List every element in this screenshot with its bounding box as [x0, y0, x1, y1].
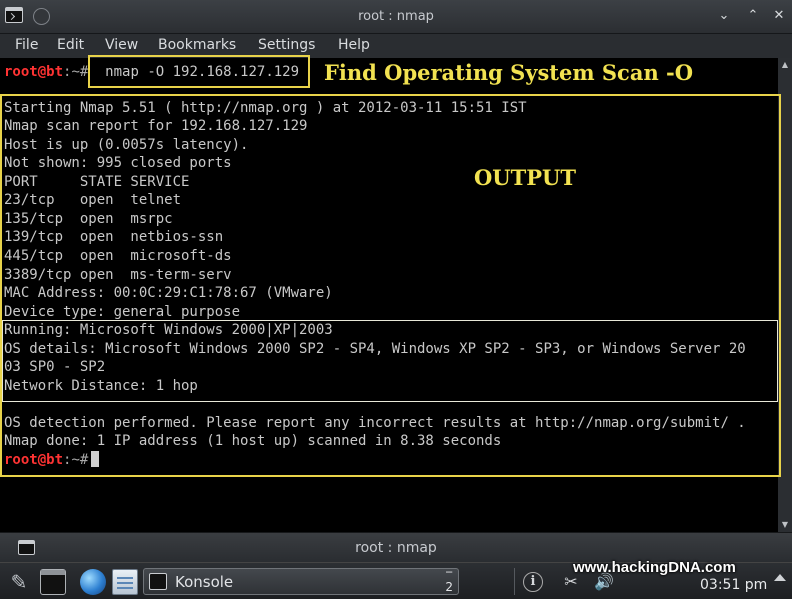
menu-settings[interactable]: Settings — [258, 37, 315, 53]
tray-separator — [514, 568, 515, 595]
window-title: root : nmap — [358, 9, 434, 24]
prompt-path: :~# — [63, 64, 89, 80]
tray-expand-icon[interactable] — [774, 574, 786, 581]
output-highlight-box — [0, 94, 781, 477]
command-annotation: Find Operating System Scan -O — [324, 60, 694, 85]
terminal-icon[interactable] — [40, 569, 66, 595]
konsole-icon — [149, 573, 167, 590]
os-details-highlight-box — [2, 320, 778, 402]
menu-file[interactable]: File — [15, 37, 38, 53]
task-label: Konsole — [175, 573, 234, 591]
kde-menu-icon[interactable]: ✎ — [6, 569, 32, 595]
second-window-titlebar[interactable]: root : nmap — [0, 532, 792, 562]
task-konsole-button[interactable]: Konsole ‾ 2 — [143, 568, 459, 595]
menu-bookmarks[interactable]: Bookmarks — [158, 37, 236, 53]
info-icon[interactable]: i — [523, 572, 543, 592]
menu-help[interactable]: Help — [338, 37, 370, 53]
notes-icon[interactable] — [112, 569, 138, 595]
command-highlight-box — [88, 55, 310, 88]
scroll-up-icon[interactable]: ▲ — [780, 60, 790, 70]
menu-edit[interactable]: Edit — [57, 37, 84, 53]
maximize-button[interactable]: ⌃ — [743, 6, 763, 26]
output-annotation: OUTPUT — [474, 165, 576, 190]
minimize-button[interactable]: ⌄ — [714, 6, 734, 26]
window-titlebar[interactable]: root : nmap ⌄ ⌃ ✕ — [0, 0, 792, 34]
globe-icon[interactable] — [80, 569, 106, 595]
watermark: www.hackingDNA.com — [573, 559, 736, 576]
prompt-user: root@bt — [4, 64, 64, 80]
menu-view[interactable]: View — [105, 37, 138, 53]
second-window-title: root : nmap — [355, 540, 437, 556]
close-button[interactable]: ✕ — [769, 6, 789, 26]
scroll-down-icon[interactable]: ▼ — [780, 520, 790, 530]
task-count: ‾ 2 — [445, 570, 453, 594]
clock[interactable]: 03:51 pm — [700, 577, 767, 593]
